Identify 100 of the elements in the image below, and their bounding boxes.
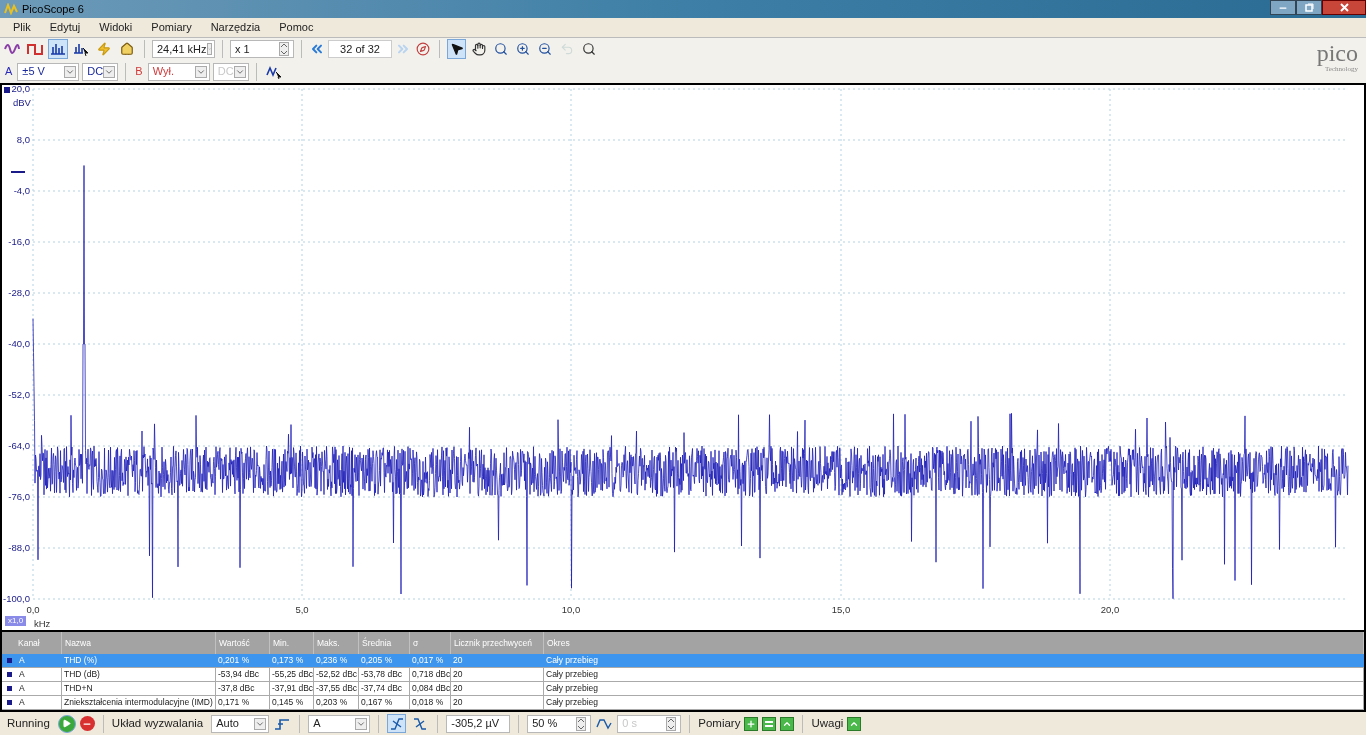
- dropdown-caret-icon: [355, 717, 368, 730]
- zoom-in-icon: [515, 42, 530, 56]
- magnifier-icon: [493, 42, 508, 56]
- table-cell-text: -53,78 dBc: [360, 668, 404, 681]
- y-axis-label: -52,0: [8, 390, 30, 400]
- table-cell-text: A: [18, 696, 26, 709]
- table-cell-text: A: [18, 682, 26, 695]
- menu-item[interactable]: Edytuj: [40, 19, 90, 36]
- table-cell-text: 0,017 %: [411, 654, 445, 667]
- edit-measurement-button[interactable]: [762, 716, 777, 731]
- table-cell-text: 20: [452, 668, 464, 681]
- zoom-spinner[interactable]: x 1: [230, 40, 294, 58]
- range-select[interactable]: Wył.: [147, 62, 210, 81]
- restore-button[interactable]: [1296, 0, 1322, 15]
- trigger-source-select[interactable]: A: [308, 714, 371, 733]
- y-axis-label: -28,0: [8, 288, 30, 298]
- pretrigger-spinner[interactable]: 50 %: [527, 714, 592, 733]
- x-zoom-badge: x1,0: [5, 616, 27, 626]
- add-measurement-button[interactable]: [744, 716, 759, 731]
- table-cell-text: -37,74 dBc: [360, 682, 404, 695]
- x-axis-label: 20,0: [1100, 605, 1120, 615]
- table-cell-text: -55,25 dBc: [271, 668, 315, 681]
- range-select[interactable]: ±5 V: [17, 62, 80, 81]
- close-icon: [1339, 3, 1349, 12]
- table-cell-text: -37,91 dBc: [271, 682, 315, 695]
- table-cell-text: 0,145 %: [271, 696, 305, 709]
- trigger-mode-select[interactable]: Auto: [211, 714, 270, 733]
- rising-edge-icon: [389, 716, 404, 731]
- lightning-icon: [97, 42, 111, 56]
- row-marker-icon: [7, 672, 12, 677]
- menu-item[interactable]: Plik: [4, 19, 40, 36]
- table-cell-text: -37,8 dBc: [217, 682, 256, 695]
- y-axis-label: -64,0: [8, 441, 30, 451]
- coupling-select[interactable]: DC: [82, 62, 119, 81]
- undo-icon: [559, 42, 574, 56]
- table-row[interactable]: A Zniekształcenia intermodulacyjne (IMD) 0,171 % 0,145 % 0,203 % 0,167 % 0,018 % 20 Cały przebieg: [2, 696, 1364, 710]
- spin-arrows-icon: [666, 716, 677, 731]
- stop-button[interactable]: [79, 716, 95, 731]
- y-axis-label: 8,0: [16, 135, 30, 145]
- y-axis-label: -76,0: [8, 492, 30, 502]
- channel-button[interactable]: A: [3, 62, 15, 81]
- notes-label: Uwagi: [811, 715, 844, 731]
- row-marker-icon: [7, 658, 12, 663]
- table-cell-text: 0,201 %: [217, 654, 251, 667]
- table-cell-text: 0,084 dBc: [411, 682, 452, 695]
- table-cell-text: 0,205 %: [360, 654, 394, 667]
- channel-button[interactable]: B: [133, 62, 145, 81]
- y-axis-label: 20,0: [11, 84, 30, 94]
- table-cell-text: 0,018 %: [411, 696, 445, 709]
- table-cell-text: THD+N: [63, 682, 94, 695]
- spin-arrows-icon: [576, 716, 587, 731]
- dropdown-caret-icon: [233, 65, 246, 78]
- frequency-select[interactable]: 24,41 kHz: [152, 40, 215, 58]
- spin-arrows-icon: [279, 42, 289, 56]
- table-cell-text: THD (%): [63, 654, 99, 667]
- table-row[interactable]: A THD+N -37,8 dBc -37,91 dBc -37,55 dBc -37,74 dBc 0,084 dBc 20 Cały przebieg: [2, 682, 1364, 696]
- table-cell-text: -52,52 dBc: [315, 668, 359, 681]
- menu-item[interactable]: Narzędzia: [201, 19, 270, 36]
- trigger-edge-button[interactable]: [387, 714, 407, 733]
- dropdown-caret-icon: [254, 717, 267, 730]
- run-state-label: Running: [7, 715, 50, 731]
- pointer-icon: [449, 42, 464, 56]
- table-cell-text: 20: [452, 654, 464, 667]
- trigger-label: Układ wyzwalania: [111, 715, 204, 731]
- menu-item[interactable]: Widoki: [90, 19, 142, 36]
- table-cell-text: Zniekształcenia intermodulacyjne (IMD): [63, 696, 214, 709]
- x-axis-unit: kHz: [34, 619, 51, 629]
- start-button[interactable]: [57, 714, 76, 733]
- wave-pointer-icon: [265, 64, 282, 79]
- x-axis-label: 10,0: [561, 605, 581, 615]
- view-mode-button[interactable]: [48, 39, 68, 59]
- table-cell-text: 20: [452, 682, 464, 695]
- expand-notes-button[interactable]: [847, 716, 862, 731]
- buffer-field[interactable]: 32 of 32: [328, 40, 392, 58]
- row-marker-icon: [7, 700, 12, 705]
- tool-button[interactable]: [447, 39, 466, 59]
- menu-item[interactable]: Pomiary: [142, 19, 201, 36]
- expand-measurements-button[interactable]: [780, 716, 795, 731]
- y-axis-label: -100,0: [3, 594, 30, 604]
- table-cell-text: Cały przebieg: [545, 682, 599, 695]
- magnifier-icon: [581, 42, 596, 56]
- table-row[interactable]: A THD (dB) -53,94 dBc -55,25 dBc -52,52 dBc -53,78 dBc 0,718 dBc 20 Cały przebieg: [2, 668, 1364, 682]
- y-axis-label: -40,0: [8, 339, 30, 349]
- table-cell-text: 0,171 %: [217, 696, 251, 709]
- minimize-button[interactable]: [1270, 0, 1296, 15]
- bar-chart-icon: [50, 43, 66, 55]
- dropdown-caret-icon: [206, 43, 212, 55]
- threshold-spinner[interactable]: -305,2 µV: [446, 714, 511, 733]
- app-logo-icon: [4, 3, 18, 15]
- measurements-label: Pomiary: [698, 715, 741, 731]
- menu-item[interactable]: Pomoc: [270, 19, 323, 36]
- close-button[interactable]: [1322, 0, 1366, 15]
- channel-marker-icon: [4, 87, 10, 93]
- table-cell-text: A: [18, 654, 26, 667]
- square-wave-icon: [27, 43, 43, 55]
- window-title: PicoScope 6: [22, 1, 84, 17]
- falling-edge-icon: [412, 716, 427, 731]
- x-axis-label: 0,0: [26, 605, 40, 615]
- step-wave-icon: [274, 716, 291, 731]
- table-cell-text: 0,718 dBc: [411, 668, 452, 681]
